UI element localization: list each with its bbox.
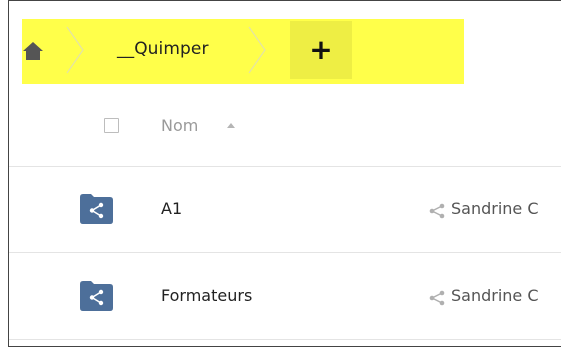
file-name[interactable]: A1 <box>161 199 182 218</box>
shared-with-label[interactable]: Sandrine C <box>451 286 539 305</box>
share-icon[interactable] <box>428 202 446 220</box>
shared-folder-icon <box>80 281 113 311</box>
file-list-header: Nom <box>9 98 561 167</box>
breadcrumb: __Quimper + <box>22 19 464 84</box>
shared-folder-icon <box>80 194 113 224</box>
file-row[interactable]: Formateurs Sandrine C <box>9 253 561 340</box>
new-item-button[interactable]: + <box>290 21 352 79</box>
file-browser: __Quimper + Nom A1 Sandrine C Formateurs… <box>8 0 561 347</box>
shared-with-label[interactable]: Sandrine C <box>451 199 539 218</box>
column-header-name[interactable]: Nom <box>161 116 198 135</box>
home-icon[interactable] <box>22 39 46 63</box>
new-item-label: + <box>309 33 333 66</box>
file-name[interactable]: Formateurs <box>161 286 252 305</box>
select-all-checkbox[interactable] <box>104 118 119 133</box>
breadcrumb-current-folder[interactable]: __Quimper <box>117 39 209 59</box>
file-row[interactable]: A1 Sandrine C <box>9 166 561 253</box>
chevron-right-icon <box>64 25 86 75</box>
share-icon[interactable] <box>428 289 446 307</box>
chevron-right-icon <box>246 25 268 75</box>
sort-ascending-icon <box>227 123 235 128</box>
